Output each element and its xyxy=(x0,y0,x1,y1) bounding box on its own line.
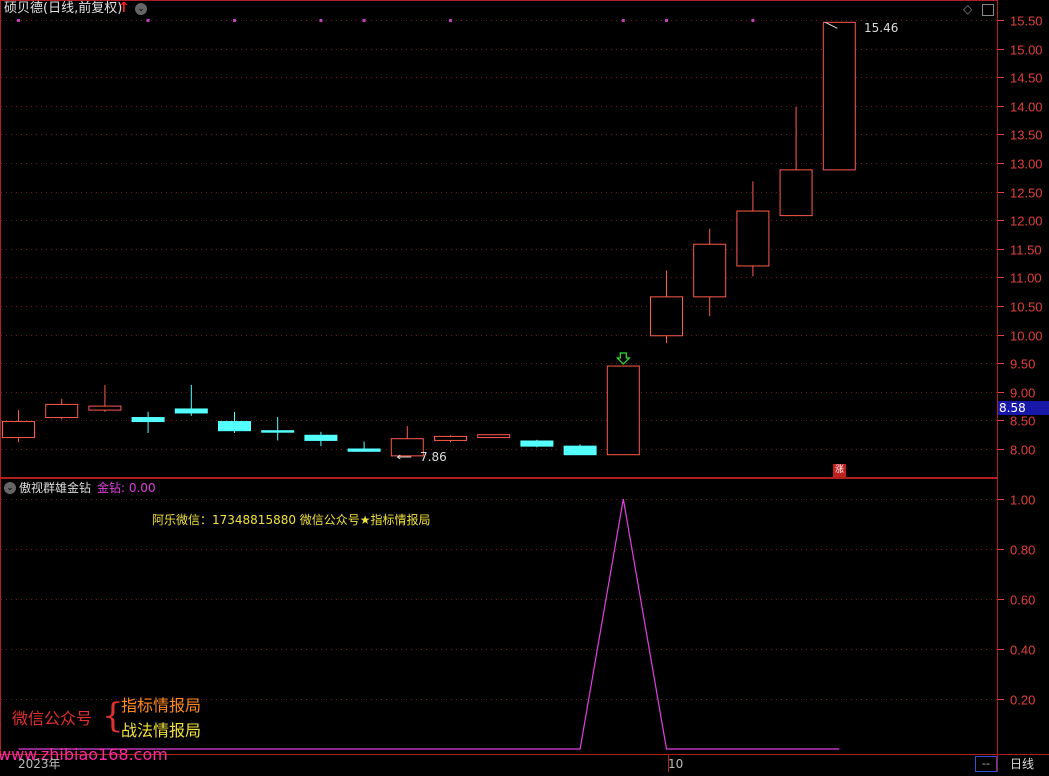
candle-body xyxy=(736,210,770,267)
candle-body xyxy=(88,405,122,411)
candle-body xyxy=(261,430,295,433)
price-tick-label: 8.50 xyxy=(1010,414,1035,429)
price-tick-label: 12.00 xyxy=(1010,214,1043,229)
candle xyxy=(693,228,727,317)
candle xyxy=(45,398,79,420)
candle-body xyxy=(520,440,554,447)
price-tick-label: 15.50 xyxy=(1010,14,1043,29)
candle-body xyxy=(304,434,338,441)
watermark-line2: 战法情报局 xyxy=(121,721,202,740)
low-price-label: 7.86 xyxy=(420,450,447,464)
candle xyxy=(606,365,640,456)
signal-marker xyxy=(233,19,236,22)
signal-marker xyxy=(319,19,323,22)
watermark-left-label: 微信公众号 xyxy=(12,709,93,728)
candle xyxy=(390,426,424,458)
candle-body xyxy=(2,421,35,439)
red-up-arrow-icon[interactable]: ↑ xyxy=(118,1,130,15)
price-tick-label: 9.00 xyxy=(1010,386,1035,401)
price-tick-label: 14.50 xyxy=(1010,71,1043,86)
candle-body xyxy=(347,448,381,452)
price-tick-label: 11.00 xyxy=(1010,271,1042,286)
indicator-name: 傲视群雄金钻 xyxy=(19,481,92,495)
green-down-arrow-icon xyxy=(615,352,631,365)
signal-marker xyxy=(751,19,755,22)
chevron-down-icon[interactable]: ⌄ xyxy=(135,3,147,15)
price-tick-label: 13.50 xyxy=(1010,128,1043,143)
price-tick-label: 13.00 xyxy=(1010,157,1043,172)
price-tick-label: 10.50 xyxy=(1010,300,1043,315)
high-price-label: 15.46 xyxy=(864,21,899,35)
candle xyxy=(2,410,35,443)
signal-marker xyxy=(621,19,625,22)
candle-body xyxy=(45,403,79,419)
price-tick-label: 10.00 xyxy=(1010,329,1043,344)
indicator-tick-label: 1.00 xyxy=(1010,493,1035,508)
candle-body xyxy=(131,417,165,423)
zhang-badge: 涨 xyxy=(833,464,846,477)
panel-toggle-icon[interactable] xyxy=(982,4,994,16)
chart-stage: 15.50 15.00 14.50 14.00 13.50 13.00 12.50 12.00… xyxy=(0,0,1049,772)
price-tick-label: 8.00 xyxy=(1010,443,1035,458)
candle-body xyxy=(477,434,511,439)
candle xyxy=(477,434,511,439)
price-tick-label: 15.00 xyxy=(1010,43,1043,58)
candle-body xyxy=(606,365,640,456)
candle-body xyxy=(174,408,208,414)
period-button[interactable]: 日线 xyxy=(1010,757,1034,771)
indicator-tick-label: 0.20 xyxy=(1010,693,1035,708)
candle-body xyxy=(822,21,856,171)
indicator-tick-label: 0.40 xyxy=(1010,643,1035,658)
signal-marker xyxy=(17,19,20,22)
signal-marker xyxy=(362,19,366,22)
year-label: 2023年 xyxy=(18,757,61,771)
kline-chart[interactable]: 15.50 15.00 14.50 14.00 13.50 13.00 12.50 12.00… xyxy=(0,0,1049,772)
candle xyxy=(88,384,122,412)
candle-body xyxy=(218,421,251,432)
indicator-value: 金钻: 0.00 xyxy=(97,481,156,495)
diamond-icon[interactable]: ◇ xyxy=(963,2,972,16)
candle-body xyxy=(390,438,424,457)
price-tick-label: 12.50 xyxy=(1010,186,1043,201)
price-tick-label: 14.00 xyxy=(1010,100,1043,115)
month-label: 10 xyxy=(668,757,684,771)
candle xyxy=(520,439,554,448)
indicator-collapse-icon[interactable]: ⌄ xyxy=(4,482,16,494)
promo-text: 阿乐微信：17348815880 微信公众号★指标情报局 xyxy=(152,513,431,527)
watermark-line1: 指标情报局 xyxy=(121,696,202,715)
candle-body xyxy=(693,243,727,298)
candle xyxy=(347,441,381,452)
candle xyxy=(563,444,597,456)
candle xyxy=(174,384,208,416)
indicator-tick-label: 0.60 xyxy=(1010,593,1035,608)
dash-button[interactable]: -- xyxy=(975,756,997,772)
price-tick-label: 11.50 xyxy=(1010,243,1042,258)
price-tick-label: 9.50 xyxy=(1010,357,1035,372)
candle xyxy=(131,411,165,433)
candle xyxy=(218,411,251,433)
candle xyxy=(822,21,856,171)
candle-body xyxy=(779,169,813,217)
candle-body xyxy=(563,445,597,456)
indicator-tick-label: 0.80 xyxy=(1010,543,1035,558)
stock-title: 硕贝德(日线,前复权) xyxy=(4,1,123,16)
current-price-badge: 8.58 xyxy=(998,401,1049,415)
candle-body xyxy=(434,435,467,441)
signal-marker xyxy=(449,19,452,22)
candle xyxy=(779,106,813,217)
candle xyxy=(304,431,338,447)
signal-marker xyxy=(146,19,150,22)
candle xyxy=(650,270,683,344)
candle xyxy=(434,435,467,443)
signal-marker xyxy=(665,19,668,22)
candle xyxy=(736,181,770,277)
candle-body xyxy=(650,296,683,337)
